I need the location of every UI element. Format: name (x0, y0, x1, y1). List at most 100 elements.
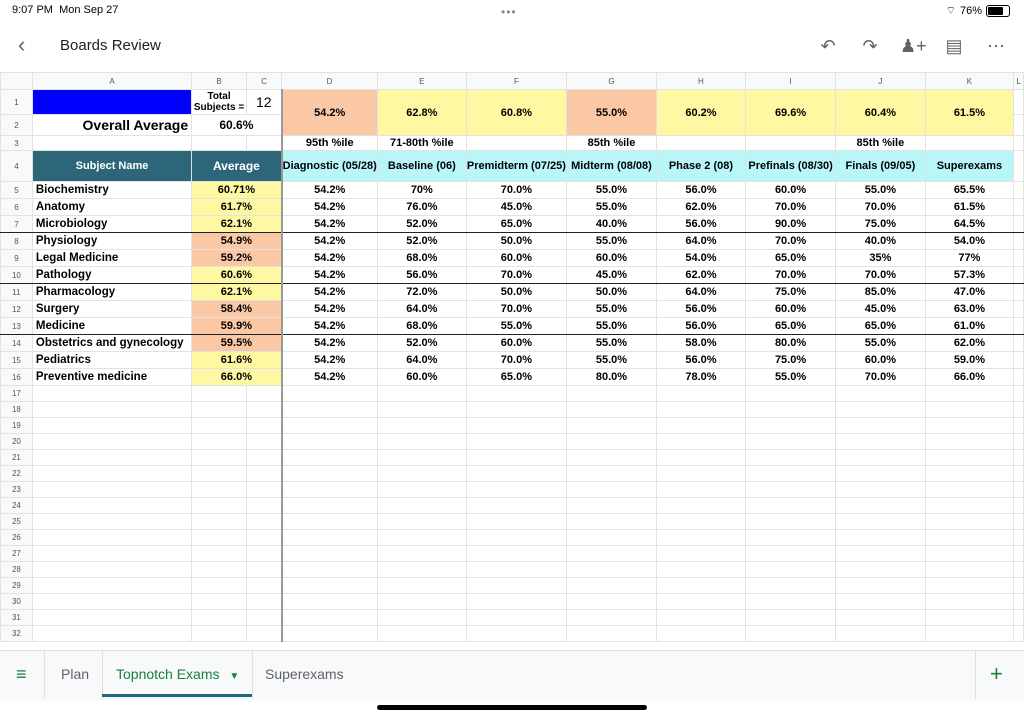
column-header[interactable]: J (835, 72, 926, 90)
empty-cell[interactable] (565, 561, 658, 578)
score-cell[interactable]: 54.2% (280, 215, 378, 233)
score-cell[interactable]: 90.0% (744, 215, 837, 233)
score-cell[interactable]: 55.0% (565, 198, 658, 216)
redo-icon[interactable]: ↷ (858, 36, 882, 57)
subject-name-header[interactable]: Subject Name (31, 150, 193, 182)
empty-cell[interactable] (1013, 181, 1024, 199)
score-cell[interactable]: 45.0% (835, 300, 926, 318)
row-header[interactable]: 13 (0, 317, 33, 335)
empty-cell[interactable] (744, 593, 837, 610)
empty-cell[interactable] (835, 625, 926, 642)
score-cell[interactable]: 60.0% (744, 300, 837, 318)
sheet-table[interactable]: A B C D E F G H I J K L 1 Total Subjects … (0, 72, 1024, 642)
subject-name[interactable]: Preventive medicine (31, 368, 193, 386)
empty-cell[interactable] (280, 545, 378, 562)
score-cell[interactable]: 72.0% (376, 283, 467, 301)
row-header[interactable]: 27 (0, 545, 33, 562)
row-header[interactable]: 7 (0, 215, 33, 233)
row-header[interactable]: 2 (0, 114, 33, 136)
empty-cell[interactable] (1013, 150, 1024, 182)
score-cell[interactable]: 55.0% (835, 181, 926, 199)
empty-cell[interactable] (1013, 283, 1024, 301)
empty-cell[interactable] (1013, 561, 1024, 578)
empty-cell[interactable] (565, 529, 658, 546)
row-header[interactable]: 9 (0, 249, 33, 267)
empty-cell[interactable] (465, 609, 567, 626)
exam-name-header[interactable]: Superexams (924, 150, 1015, 182)
score-cell[interactable]: 68.0% (376, 249, 467, 267)
score-cell[interactable]: 65.0% (465, 368, 567, 386)
score-cell[interactable]: 40.0% (565, 215, 658, 233)
empty-cell[interactable] (924, 449, 1015, 466)
empty-cell[interactable] (835, 433, 926, 450)
empty-cell[interactable] (744, 481, 837, 498)
empty-cell[interactable] (835, 401, 926, 418)
empty-cell[interactable] (245, 433, 283, 450)
empty-cell[interactable] (245, 449, 283, 466)
row-header[interactable]: 3 (0, 135, 33, 151)
empty-cell[interactable] (656, 449, 746, 466)
row-header[interactable]: 16 (0, 368, 33, 386)
average-header[interactable]: Average (191, 150, 283, 182)
empty-cell[interactable] (465, 545, 567, 562)
empty-cell[interactable] (835, 481, 926, 498)
empty-cell[interactable] (191, 481, 247, 498)
row-header[interactable]: 31 (0, 609, 33, 626)
empty-cell[interactable] (280, 609, 378, 626)
empty-cell[interactable] (1013, 609, 1024, 626)
score-cell[interactable]: 60.0% (465, 334, 567, 352)
empty-cell[interactable] (835, 561, 926, 578)
score-cell[interactable]: 52.0% (376, 232, 467, 250)
score-cell[interactable]: 64.0% (376, 351, 467, 369)
score-cell[interactable]: 57.3% (924, 266, 1015, 284)
empty-cell[interactable] (245, 401, 283, 418)
exam-name-header[interactable]: Baseline (06) (376, 150, 467, 182)
exam-name-header[interactable]: Diagnostic (05/28) (280, 150, 378, 182)
empty-cell[interactable] (744, 545, 837, 562)
score-cell[interactable]: 55.0% (565, 334, 658, 352)
empty-cell[interactable] (835, 417, 926, 434)
empty-cell[interactable] (280, 593, 378, 610)
subject-average[interactable]: 66.0% (191, 368, 283, 386)
empty-cell[interactable] (656, 609, 746, 626)
empty-cell[interactable] (565, 449, 658, 466)
score-cell[interactable]: 55.0% (565, 232, 658, 250)
empty-cell[interactable] (245, 529, 283, 546)
empty-cell[interactable] (924, 465, 1015, 482)
row-header[interactable]: 18 (0, 401, 33, 418)
empty-cell[interactable] (376, 481, 467, 498)
empty-cell[interactable] (465, 497, 567, 514)
score-cell[interactable]: 54.2% (280, 334, 378, 352)
score-cell[interactable]: 65.0% (465, 215, 567, 233)
empty-cell[interactable] (280, 529, 378, 546)
multitasking-dots-icon[interactable]: ••• (501, 5, 517, 19)
empty-cell[interactable] (656, 433, 746, 450)
empty-cell[interactable] (565, 481, 658, 498)
subject-average[interactable]: 60.6% (191, 266, 283, 284)
score-cell[interactable]: 65.0% (744, 249, 837, 267)
empty-cell[interactable] (31, 481, 193, 498)
row-header[interactable]: 4 (0, 150, 33, 182)
empty-cell[interactable] (465, 385, 567, 402)
score-cell[interactable]: 65.5% (924, 181, 1015, 199)
empty-cell[interactable] (656, 529, 746, 546)
empty-cell[interactable] (924, 577, 1015, 594)
empty-cell[interactable] (191, 401, 247, 418)
empty-cell[interactable] (835, 497, 926, 514)
empty-cell[interactable] (376, 561, 467, 578)
empty-cell[interactable] (924, 385, 1015, 402)
empty-cell[interactable] (565, 385, 658, 402)
empty-cell[interactable] (924, 561, 1015, 578)
subject-average[interactable]: 61.7% (191, 198, 283, 216)
subject-name[interactable]: Legal Medicine (31, 249, 193, 267)
subject-name[interactable]: Pediatrics (31, 351, 193, 369)
empty-cell[interactable] (835, 385, 926, 402)
empty-cell[interactable] (191, 497, 247, 514)
empty-cell[interactable] (245, 561, 283, 578)
empty-cell[interactable] (245, 497, 283, 514)
row-header[interactable]: 14 (0, 334, 33, 352)
subject-name[interactable]: Pharmacology (31, 283, 193, 301)
empty-cell[interactable] (744, 625, 837, 642)
empty-cell[interactable] (245, 481, 283, 498)
empty-cell[interactable] (280, 497, 378, 514)
